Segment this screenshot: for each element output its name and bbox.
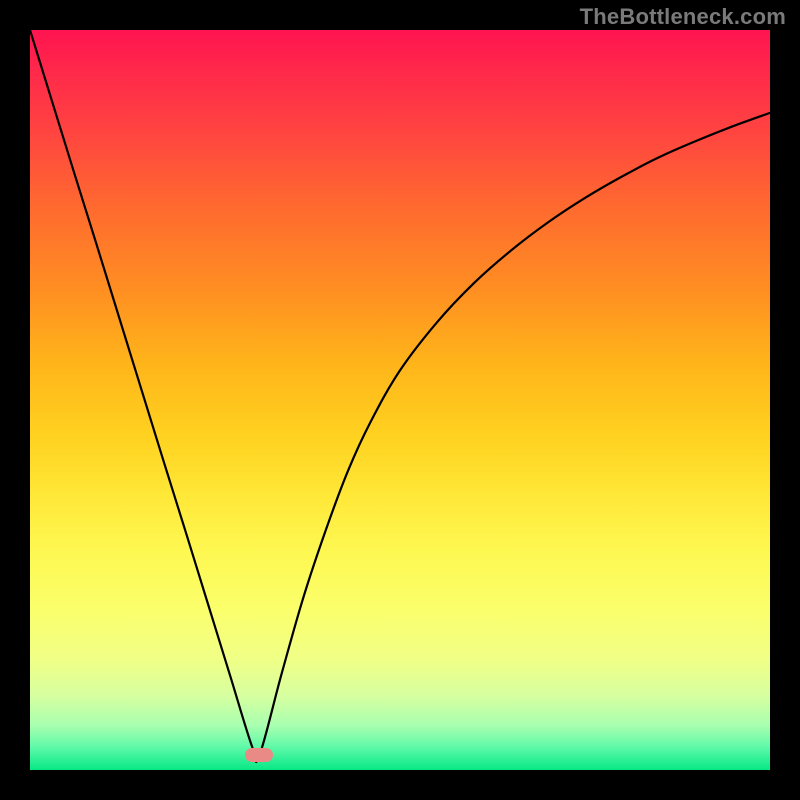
curve-svg (30, 30, 770, 770)
watermark-label: TheBottleneck.com (580, 4, 786, 30)
chart-frame: TheBottleneck.com (0, 0, 800, 800)
plot-area (30, 30, 770, 770)
minimum-marker (245, 748, 273, 762)
bottleneck-curve (30, 30, 770, 762)
